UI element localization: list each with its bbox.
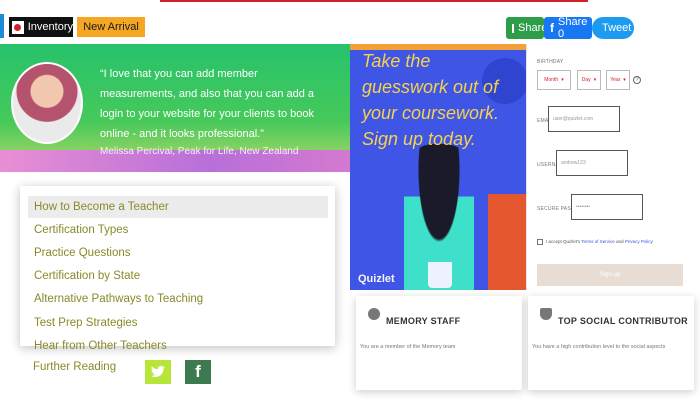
month-value: Month <box>544 77 559 83</box>
sidebar-item-how-to-become-a-teacher[interactable]: How to Become a Teacher <box>28 196 328 218</box>
promo-photo[interactable]: Take the guesswork out of your coursewor… <box>350 44 526 290</box>
chevron-down-icon: ▾ <box>561 77 564 83</box>
further-reading-link[interactable]: Further Reading <box>33 361 116 373</box>
promo-heading: Take the guesswork out of your coursewor… <box>362 51 500 149</box>
terms-agree-text: I accept Quizlet's Terms of Service and … <box>546 239 686 244</box>
year-value: Year <box>610 77 621 83</box>
shield-icon <box>540 308 552 320</box>
badge-description: You have a high contribution level to th… <box>532 344 666 350</box>
promo-brand: Quizlet <box>358 273 395 285</box>
terms-link[interactable]: Terms of Service <box>581 239 615 244</box>
privacy-link[interactable]: Privacy Policy <box>625 239 653 244</box>
share-twitter-button[interactable]: Tweet <box>592 17 634 39</box>
birthday-year-select[interactable]: Year ▾ <box>606 70 630 90</box>
top-accent-line <box>160 0 588 2</box>
terms-checkbox[interactable] <box>537 239 543 245</box>
chevron-down-icon: ▾ <box>623 77 626 83</box>
facebook-icon: f <box>195 362 201 381</box>
agree-and: and <box>616 239 624 244</box>
mail-icon <box>512 23 514 33</box>
password-field[interactable]: •••••••• <box>571 194 643 220</box>
tab-inventory-label: Inventory <box>27 21 73 33</box>
badge-title: TOP SOCIAL CONTRIBUTOR <box>558 316 688 326</box>
share-facebook-label: Share 0 <box>558 16 588 40</box>
facebook-social-button[interactable]: f <box>185 360 211 384</box>
sidebar-item-practice-questions[interactable]: Practice Questions <box>28 242 328 264</box>
avatar <box>11 62 83 144</box>
testimonial-author: Melissa Percival, Peak for Life, New Zea… <box>100 146 299 157</box>
help-icon[interactable]: ? <box>633 76 641 84</box>
japan-flag-icon <box>12 20 24 34</box>
share-twitter-label: Tweet <box>602 22 632 34</box>
tab-new-arrival[interactable]: New Arrival <box>77 17 145 37</box>
left-accent-bar <box>0 14 4 38</box>
badge-card-memory-staff: MEMORY STAFF You are a member of the Mem… <box>356 296 522 390</box>
twitter-social-button[interactable] <box>145 360 171 384</box>
agree-prefix: I accept Quizlet's <box>546 239 581 244</box>
sidebar-item-certification-types[interactable]: Certification Types <box>28 219 328 241</box>
birthday-month-select[interactable]: Month ▾ <box>537 70 571 90</box>
sidebar-item-certification-by-state[interactable]: Certification by State <box>28 265 328 287</box>
badge-card-top-social-contributor: TOP SOCIAL CONTRIBUTOR You have a high c… <box>528 296 694 390</box>
sidebar-item-alternative-pathways[interactable]: Alternative Pathways to Teaching <box>28 288 328 310</box>
day-value: Day <box>581 77 591 83</box>
cup <box>428 262 452 288</box>
orange-door <box>488 194 526 290</box>
chevron-down-icon: ▾ <box>593 77 597 83</box>
sidebar-item-test-prep-strategies[interactable]: Test Prep Strategies <box>28 312 328 334</box>
email-field[interactable]: user@quizlet.com <box>548 106 620 132</box>
badge-icon <box>368 308 380 320</box>
sidebar-item-hear-from-other-teachers[interactable]: Hear from Other Teachers <box>28 335 328 357</box>
username-field[interactable]: andrew123 <box>556 150 628 176</box>
facebook-icon: f <box>550 21 554 35</box>
badge-title: MEMORY STAFF <box>386 316 461 326</box>
share-mail-label: Share <box>518 22 548 34</box>
testimonial-quote: “I love that you can add member measurem… <box>100 68 315 140</box>
signup-button[interactable]: Sign up <box>537 264 683 286</box>
birthday-day-select[interactable]: Day ▾ <box>577 70 601 90</box>
birthday-label: BIRTHDAY <box>537 59 564 65</box>
twitter-icon <box>150 365 166 377</box>
tab-inventory[interactable]: Inventory <box>9 17 73 37</box>
badge-description: You are a member of the Memory team <box>360 344 456 350</box>
share-mail-button[interactable]: Share <box>506 17 548 39</box>
share-facebook-button[interactable]: f Share 0 <box>544 16 592 40</box>
